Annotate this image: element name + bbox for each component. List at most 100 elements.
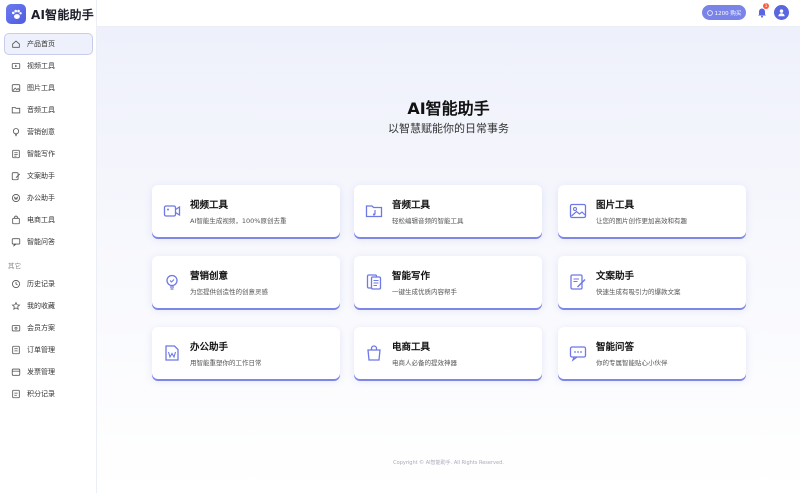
coin-icon <box>706 9 713 16</box>
sidebar-item-audio[interactable]: 音频工具 <box>4 99 93 121</box>
office-icon <box>11 193 21 203</box>
card-title: 文案助手 <box>596 271 635 282</box>
sidebar-item-membership[interactable]: 会员方案 <box>4 317 93 339</box>
points-icon <box>12 389 20 399</box>
brand[interactable]: AI智能助手 <box>6 4 94 24</box>
sidebar-item-ecommerce[interactable]: 电商工具 <box>4 209 93 231</box>
video-icon <box>163 205 181 217</box>
sidebar-item-points[interactable]: 积分记录 <box>4 383 93 405</box>
card-desc: 轻松编辑音频的智能工具 <box>392 217 464 225</box>
user-avatar[interactable] <box>774 5 789 20</box>
sidebar-item-label: 订单管理 <box>27 346 55 354</box>
sidebar-nav: 产品首页 视频工具 图片工具 音频工具 营销创意 智能写作 文案助手 办公助手 <box>4 33 93 405</box>
image-icon <box>11 84 21 92</box>
video-icon <box>11 63 21 69</box>
card-title: 图片工具 <box>596 200 635 211</box>
tool-card-audio[interactable]: 音频工具 轻松编辑音频的智能工具 <box>354 185 542 237</box>
points-purchase-button[interactable]: 1200 购买 <box>702 5 746 20</box>
history-icon <box>11 279 21 289</box>
sidebar-item-label: 智能写作 <box>27 150 55 158</box>
sidebar-item-label: 电商工具 <box>27 216 55 224</box>
bulb-icon <box>12 128 20 137</box>
hero-title: AI智能助手 <box>407 99 490 118</box>
home-icon <box>12 40 20 48</box>
points-label: 1200 购买 <box>714 10 742 17</box>
card-desc: 电商人必备的提效神器 <box>392 359 457 367</box>
sidebar-item-video[interactable]: 视频工具 <box>4 55 93 77</box>
bag-icon <box>12 215 20 225</box>
card-title: 办公助手 <box>190 342 229 353</box>
card-desc: 让您的图片创作更加高效和有趣 <box>596 217 687 225</box>
main-content: AI智能助手 以智慧赋能你的日常事务 视频工具 AI智能生成视频，100%原创去… <box>97 27 800 493</box>
sidebar-item-label: 视频工具 <box>27 62 55 70</box>
card-desc: AI智能生成视频，100%原创去重 <box>190 217 287 225</box>
card-desc: 快速生成有吸引力的爆款文案 <box>596 288 681 296</box>
sidebar-item-label: 营销创意 <box>27 128 55 136</box>
edit-icon <box>11 172 21 181</box>
bulb-icon <box>166 274 178 290</box>
chat-icon <box>569 346 587 362</box>
card-desc: 一键生成优质内容帮手 <box>392 288 457 296</box>
sidebar-item-copywriting[interactable]: 文案助手 <box>4 165 93 187</box>
card-title: 智能写作 <box>392 271 431 282</box>
sidebar-item-label: 积分记录 <box>27 390 55 398</box>
paw-logo-icon <box>6 4 26 24</box>
sidebar-item-label: 文案助手 <box>27 172 55 180</box>
sidebar-section-other: 其它 <box>8 262 21 270</box>
footer-copyright: Copyright © AI智能助手. All Rights Reserved. <box>393 460 504 466</box>
sidebar-item-label: 音频工具 <box>27 106 55 114</box>
sidebar-item-label: 会员方案 <box>27 324 55 332</box>
card-desc: 你的专属智能贴心小伙伴 <box>596 359 668 367</box>
card-title: 智能问答 <box>596 342 635 353</box>
folder-icon <box>365 205 383 218</box>
image-icon <box>569 203 587 219</box>
sidebar-item-label: 办公助手 <box>27 194 55 202</box>
card-title: 电商工具 <box>392 342 431 353</box>
edit-icon <box>570 274 586 290</box>
chat-icon <box>11 238 21 247</box>
app-title: AI智能助手 <box>31 7 94 22</box>
sidebar-item-office[interactable]: 办公助手 <box>4 187 93 209</box>
sidebar-item-history[interactable]: 历史记录 <box>4 273 93 295</box>
folder-icon <box>11 107 21 114</box>
sidebar-item-label: 发票管理 <box>27 368 55 376</box>
tool-card-ecommerce[interactable]: 电商工具 电商人必备的提效神器 <box>354 327 542 379</box>
card-title: 音频工具 <box>392 200 431 211</box>
sidebar: AI智能助手 产品首页 视频工具 图片工具 音频工具 营销创意 智能写作 文案助… <box>0 0 97 493</box>
user-icon <box>778 9 785 17</box>
sidebar-item-orders[interactable]: 订单管理 <box>4 339 93 361</box>
sidebar-item-label: 产品首页 <box>27 40 55 48</box>
tool-card-copywriting[interactable]: 文案助手 快速生成有吸引力的爆款文案 <box>558 256 746 308</box>
sidebar-item-image[interactable]: 图片工具 <box>4 77 93 99</box>
office-icon <box>165 345 179 361</box>
sidebar-item-marketing[interactable]: 营销创意 <box>4 121 93 143</box>
tool-card-marketing[interactable]: 营销创意 为您提供创造性的创意灵感 <box>152 256 340 308</box>
sidebar-item-invoices[interactable]: 发票管理 <box>4 361 93 383</box>
notification-badge: 1 <box>763 3 769 9</box>
tool-card-office[interactable]: 办公助手 用智能重塑你的工作日常 <box>152 327 340 379</box>
sidebar-item-qa[interactable]: 智能问答 <box>4 231 93 253</box>
card-title: 营销创意 <box>190 271 229 282</box>
top-header: 1200 购买 1 <box>97 0 800 27</box>
sidebar-item-label: 历史记录 <box>27 280 55 288</box>
tool-card-image[interactable]: 图片工具 让您的图片创作更加高效和有趣 <box>558 185 746 237</box>
tool-card-qa[interactable]: 智能问答 你的专属智能贴心小伙伴 <box>558 327 746 379</box>
star-icon <box>11 301 21 311</box>
order-icon <box>12 345 20 355</box>
sidebar-item-writing[interactable]: 智能写作 <box>4 143 93 165</box>
bag-icon <box>367 345 381 361</box>
card-title: 视频工具 <box>190 200 229 211</box>
sidebar-item-label: 我的收藏 <box>27 302 55 310</box>
member-icon <box>11 325 21 332</box>
sidebar-item-favorites[interactable]: 我的收藏 <box>4 295 93 317</box>
sidebar-item-label: 智能问答 <box>27 238 55 246</box>
invoice-icon <box>11 368 21 376</box>
tool-card-writing[interactable]: 智能写作 一键生成优质内容帮手 <box>354 256 542 308</box>
hero-subtitle: 以智慧赋能你的日常事务 <box>388 122 509 135</box>
sidebar-item-home[interactable]: 产品首页 <box>4 33 93 55</box>
card-desc: 用智能重塑你的工作日常 <box>190 359 262 367</box>
doc-icon <box>12 149 20 159</box>
tool-card-video[interactable]: 视频工具 AI智能生成视频，100%原创去重 <box>152 185 340 237</box>
doc-icon <box>366 274 382 290</box>
card-desc: 为您提供创造性的创意灵感 <box>190 288 268 296</box>
